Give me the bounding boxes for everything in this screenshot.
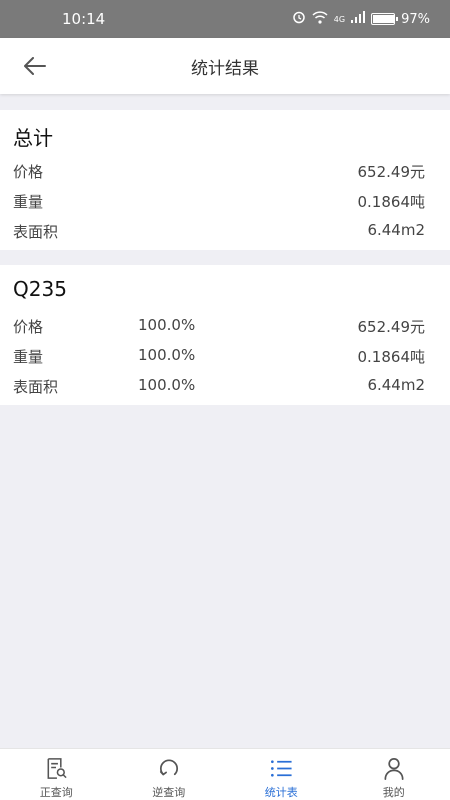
status-bar: 10:14 4G 97%	[0, 0, 450, 38]
material-card: Q235 价格 100.0% 652.49元 重量 100.0% 0.1864吨…	[0, 265, 450, 405]
tab-label: 逆查询	[152, 786, 186, 799]
row-value: 6.44m2	[367, 221, 425, 239]
material-title: Q235	[13, 277, 67, 301]
summary-row-price: 价格 652.49元	[0, 161, 450, 185]
alarm-icon	[292, 10, 306, 28]
status-icons: 4G 97%	[292, 10, 430, 28]
signal-icon	[351, 11, 366, 27]
arrow-left-icon	[24, 57, 46, 75]
row-value: 0.1864吨	[357, 348, 426, 366]
row-percent: 100.0%	[138, 316, 196, 334]
row-label: 表面积	[13, 378, 59, 396]
battery-level: 97%	[401, 11, 430, 27]
user-icon	[384, 758, 404, 780]
row-label: 价格	[13, 163, 44, 181]
row-value: 652.49元	[357, 318, 426, 336]
document-search-icon	[47, 758, 67, 779]
list-icon	[271, 760, 292, 777]
tab-forward-query[interactable]: 正查询	[0, 749, 113, 800]
nav-bar: 统计结果	[0, 38, 450, 94]
tab-reverse-query[interactable]: 逆查询	[113, 749, 226, 800]
tab-label: 我的	[382, 786, 405, 799]
row-label: 表面积	[13, 223, 59, 241]
wifi-icon	[312, 10, 328, 28]
row-percent: 100.0%	[138, 376, 196, 394]
summary-title: 总计	[13, 126, 53, 150]
summary-row-weight: 重量 0.1864吨	[0, 191, 450, 215]
row-value: 6.44m2	[367, 376, 425, 394]
tab-label: 统计表	[264, 786, 298, 799]
material-row-price: 价格 100.0% 652.49元	[0, 316, 450, 340]
status-time: 10:14	[62, 10, 106, 28]
tab-mine[interactable]: 我的	[338, 749, 450, 800]
page-title: 统计结果	[191, 58, 259, 79]
summary-row-area: 表面积 6.44m2	[0, 221, 450, 245]
row-label: 重量	[13, 348, 44, 366]
tab-statistics[interactable]: 统计表	[225, 749, 338, 800]
tab-label: 正查询	[39, 786, 73, 799]
row-label: 重量	[13, 193, 44, 211]
material-row-weight: 重量 100.0% 0.1864吨	[0, 346, 450, 370]
material-row-area: 表面积 100.0% 6.44m2	[0, 376, 450, 400]
row-value: 0.1864吨	[357, 193, 426, 211]
row-percent: 100.0%	[138, 346, 196, 364]
row-value: 652.49元	[357, 163, 426, 181]
row-label: 价格	[13, 318, 44, 336]
network-type: 4G	[333, 14, 346, 24]
back-button[interactable]	[18, 50, 52, 82]
refresh-circle-icon	[159, 759, 178, 776]
summary-card: 总计 价格 652.49元 重量 0.1864吨 表面积 6.44m2	[0, 110, 450, 250]
battery-icon	[371, 13, 399, 25]
bottom-tab-bar: 正查询 逆查询 统计表 我的	[0, 748, 450, 800]
